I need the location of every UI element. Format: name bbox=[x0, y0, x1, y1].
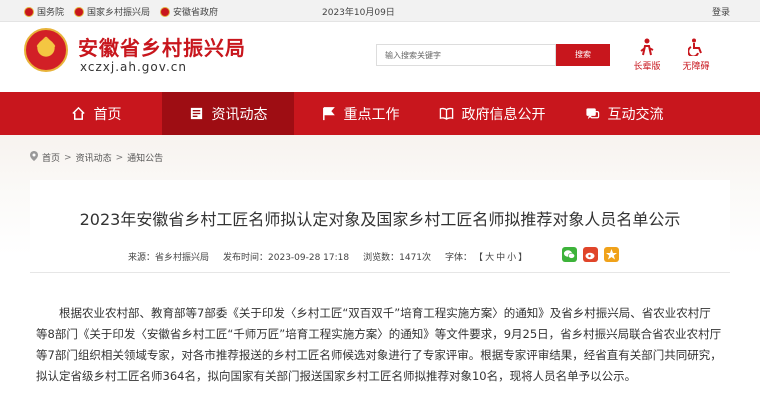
article-title: 2023年安徽省乡村工匠名师拟认定对象及国家乡村工匠名师拟推荐对象人员名单公示 bbox=[79, 210, 681, 229]
search-input[interactable] bbox=[376, 44, 556, 66]
breadcrumb: 首页 > 资讯动态 > 通知公告 bbox=[30, 151, 163, 164]
font-size-small-button[interactable]: 小 bbox=[507, 250, 516, 263]
font-size-control: 字体： 【 大 中 小 】 bbox=[445, 250, 527, 263]
site-header: 安徽省乡村振兴局 xczxj.ah.gov.cn 搜索 长辈版 无障碍 bbox=[0, 22, 760, 92]
nav-item-home[interactable]: 首页 bbox=[30, 92, 162, 135]
book-icon bbox=[439, 107, 453, 120]
favorite-icon[interactable] bbox=[604, 247, 619, 262]
location-pin-icon bbox=[30, 151, 38, 164]
nav-item-gov-info[interactable]: 政府信息公开 bbox=[426, 92, 558, 135]
top-link-state-council[interactable]: 国务院 bbox=[24, 5, 64, 18]
breadcrumb-notices[interactable]: 通知公告 bbox=[127, 151, 163, 164]
elder-mode-button[interactable]: 长辈版 bbox=[627, 38, 667, 72]
article: 2023年安徽省乡村工匠名师拟认定对象及国家乡村工匠名师拟推荐对象人员名单公示 … bbox=[30, 180, 730, 420]
wechat-icon[interactable] bbox=[562, 247, 577, 262]
top-link-province-gov[interactable]: 安徽省政府 bbox=[160, 5, 218, 18]
national-emblem-logo[interactable] bbox=[24, 28, 68, 72]
breadcrumb-news[interactable]: 资讯动态 bbox=[76, 151, 112, 164]
accessibility-icon bbox=[687, 38, 704, 58]
site-name[interactable]: 安徽省乡村振兴局 bbox=[78, 32, 246, 61]
nav-item-news[interactable]: 资讯动态 bbox=[162, 92, 294, 135]
nav-item-interaction[interactable]: 互动交流 bbox=[558, 92, 690, 135]
main-nav: 首页 资讯动态 重点工作 政府信息公开 互动交流 bbox=[0, 92, 760, 135]
home-icon bbox=[71, 106, 85, 120]
font-bracket-close: 】 bbox=[518, 253, 528, 263]
chat-icon bbox=[585, 108, 599, 120]
font-size-medium-button[interactable]: 中 bbox=[496, 250, 505, 263]
top-bar: 国务院 国家乡村振兴局 安徽省政府 2023年10月09日 登录 bbox=[0, 0, 760, 22]
search-button[interactable]: 搜索 bbox=[556, 44, 610, 66]
top-links: 国务院 国家乡村振兴局 安徽省政府 bbox=[24, 5, 218, 18]
breadcrumb-home[interactable]: 首页 bbox=[42, 151, 60, 164]
site-domain: xczxj.ah.gov.cn bbox=[80, 60, 187, 74]
news-icon bbox=[190, 107, 202, 120]
accessibility-button[interactable]: 无障碍 bbox=[676, 38, 716, 72]
font-size-large-button[interactable]: 大 bbox=[485, 250, 494, 263]
emblem-icon bbox=[24, 6, 34, 17]
article-source: 来源：省乡村振兴局 bbox=[128, 253, 210, 263]
article-body: 根据农业农村部、教育部等7部委《关于印发〈乡村工匠“双百双千”培育工程实施方案〉… bbox=[36, 306, 722, 383]
elder-icon bbox=[639, 38, 655, 56]
font-size-label: 字体： bbox=[445, 253, 473, 263]
font-bracket-open: 【 bbox=[474, 253, 484, 263]
login-link[interactable]: 登录 bbox=[712, 5, 730, 18]
breadcrumb-separator: > bbox=[64, 152, 72, 163]
article-views: 浏览数：1471次 bbox=[363, 253, 432, 263]
emblem-icon bbox=[160, 6, 171, 17]
emblem-icon bbox=[74, 6, 85, 17]
current-date: 2023年10月09日 bbox=[322, 8, 395, 18]
breadcrumb-separator: > bbox=[115, 152, 124, 163]
weibo-icon[interactable] bbox=[583, 247, 598, 262]
nav-item-key-work[interactable]: 重点工作 bbox=[294, 92, 426, 135]
top-link-national-bureau[interactable]: 国家乡村振兴局 bbox=[74, 5, 150, 18]
meta-divider bbox=[30, 272, 730, 273]
share-buttons bbox=[562, 247, 619, 262]
article-meta: 来源：省乡村振兴局 发布时间：2023-09-28 17:18 浏览数：1471… bbox=[128, 250, 527, 263]
flag-icon bbox=[322, 107, 335, 121]
article-published: 发布时间：2023-09-28 17:18 bbox=[223, 253, 350, 263]
